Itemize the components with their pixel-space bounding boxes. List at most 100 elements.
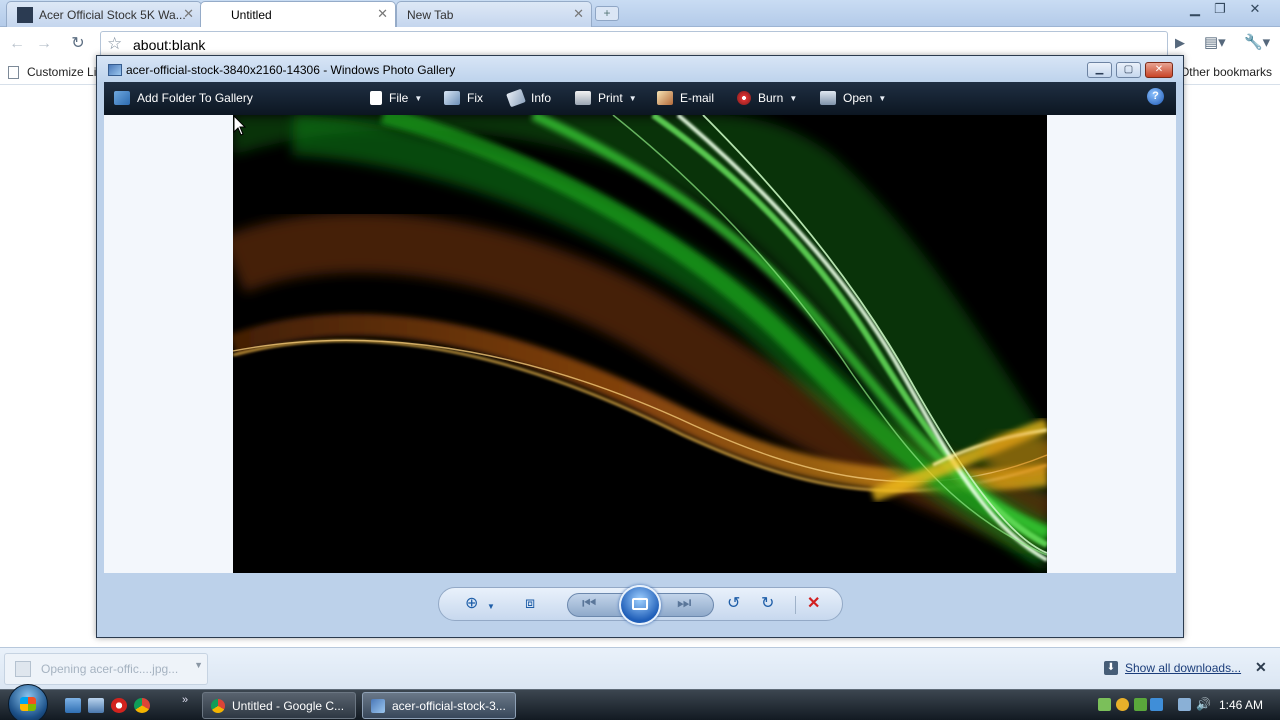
burn-label: Burn — [758, 91, 784, 105]
burn-menu[interactable]: Burn ▼ — [737, 91, 797, 105]
taskbar-button-photo-gallery[interactable]: acer-official-stock-3... — [362, 692, 516, 719]
photo-gallery-icon — [371, 698, 385, 713]
tray-app-icon[interactable] — [1150, 698, 1163, 711]
forward-icon[interactable]: → — [33, 34, 55, 54]
taskbar-button-label: acer-official-stock-3... — [392, 698, 506, 713]
chevron-down-icon[interactable]: ▼ — [194, 660, 203, 670]
minimize-button[interactable]: ▁ — [1087, 62, 1112, 78]
tab-acer-wallpaper[interactable]: Acer Official Stock 5K Wa... ✕ — [6, 1, 202, 27]
reload-icon[interactable]: ↻ — [67, 34, 89, 54]
maximize-button[interactable]: ▢ — [1116, 62, 1141, 78]
rotate-clockwise-icon[interactable]: ↻ — [761, 595, 774, 613]
chrome-icon[interactable] — [134, 698, 150, 713]
email-label: E-mail — [680, 91, 715, 105]
show-all-downloads[interactable]: ⬇ Show all downloads... — [1104, 661, 1241, 675]
new-tab-button[interactable]: + — [595, 6, 619, 21]
chevron-down-icon[interactable]: ▼ — [487, 598, 495, 616]
chevron-down-icon: ▼ — [628, 93, 637, 103]
security-shield-icon[interactable] — [1116, 698, 1129, 711]
photo-gallery-window: acer-official-stock-3840x2160-14306 - Wi… — [96, 55, 1184, 638]
file-icon — [15, 661, 31, 677]
tab-close-icon[interactable]: ✕ — [377, 7, 388, 21]
open-menu[interactable]: Open ▼ — [820, 91, 886, 105]
printer-icon — [575, 91, 591, 105]
file-label: File — [389, 91, 409, 105]
delete-icon[interactable]: ✕ — [807, 595, 820, 613]
download-item[interactable]: Opening acer-offic....jpg... ▼ — [4, 653, 208, 685]
add-folder-button[interactable]: Add Folder To Gallery — [114, 91, 253, 105]
help-icon[interactable]: ? — [1147, 88, 1164, 105]
chevron-down-icon: ▼ — [414, 93, 423, 103]
download-shelf: Opening acer-offic....jpg... ▼ ⬇ Show al… — [0, 647, 1280, 689]
next-icon[interactable]: ⏭ — [677, 595, 691, 613]
print-label: Print — [598, 91, 623, 105]
windows-logo-icon — [20, 697, 36, 711]
network-icon[interactable] — [1178, 698, 1191, 711]
email-icon — [657, 91, 673, 105]
volume-icon[interactable]: 🔊 — [1196, 698, 1211, 711]
email-button[interactable]: E-mail — [657, 91, 714, 105]
info-label: Info — [531, 91, 552, 105]
page-menu-icon[interactable]: ▤▾ — [1204, 33, 1226, 51]
tray-app-icon[interactable] — [1134, 698, 1147, 711]
actual-size-icon[interactable]: ⧈ — [525, 595, 535, 613]
opera-icon[interactable] — [111, 698, 127, 713]
open-icon — [820, 91, 836, 105]
start-button[interactable] — [8, 684, 48, 720]
tab-label: Untitled — [231, 7, 272, 22]
burn-disc-icon — [737, 91, 751, 105]
viewer-controls: ⊕ ▼ ⧈ ⏮ ⏭ ↺ ↻ ✕ — [438, 585, 843, 625]
tab-label: New Tab — [407, 7, 454, 22]
tray-app-icon[interactable] — [1098, 698, 1111, 711]
previous-icon[interactable]: ⏮ — [582, 595, 596, 613]
chrome-icon — [211, 698, 225, 713]
other-bookmarks[interactable]: Other bookmarks — [1180, 65, 1272, 79]
chevron-down-icon: ▼ — [878, 93, 887, 103]
quick-launch-more-icon[interactable]: » — [182, 694, 188, 706]
close-shelf-icon[interactable]: ✕ — [1255, 659, 1267, 676]
bookmark-star-icon[interactable]: ☆ — [107, 34, 122, 54]
taskbar-button-chrome[interactable]: Untitled - Google C... — [202, 692, 356, 719]
tab-new-tab[interactable]: New Tab ✕ — [396, 1, 592, 27]
back-icon[interactable]: ← — [6, 34, 28, 54]
tab-close-icon[interactable]: ✕ — [573, 7, 584, 21]
fix-icon — [444, 91, 460, 105]
close-button[interactable]: ✕ — [1145, 62, 1173, 78]
show-desktop-icon[interactable] — [65, 698, 81, 713]
taskbar: » Untitled - Google C... acer-official-s… — [0, 684, 1280, 720]
address-bar[interactable]: ☆ about:blank — [100, 31, 1168, 57]
photo-viewer — [104, 115, 1176, 573]
file-icon — [370, 91, 382, 105]
add-folder-icon — [114, 91, 130, 105]
bookmark-label: Customize Li — [27, 65, 97, 79]
switch-windows-icon[interactable] — [88, 698, 104, 713]
download-icon: ⬇ — [1104, 661, 1118, 675]
mouse-cursor-icon — [233, 115, 247, 136]
photo-gallery-titlebar[interactable]: acer-official-stock-3840x2160-14306 - Wi… — [97, 56, 1183, 82]
zoom-icon[interactable]: ⊕ — [465, 595, 478, 613]
add-folder-label: Add Folder To Gallery — [137, 91, 253, 105]
chevron-down-icon: ▼ — [789, 93, 798, 103]
fix-button[interactable]: Fix — [444, 91, 483, 105]
download-status: Opening acer-offic....jpg... — [41, 662, 179, 676]
browser-restore-icon[interactable]: ❐ — [1209, 2, 1231, 18]
open-label: Open — [843, 91, 873, 105]
show-all-downloads-link[interactable]: Show all downloads... — [1125, 661, 1241, 675]
clock[interactable]: 1:46 AM — [1219, 698, 1263, 712]
print-menu[interactable]: Print ▼ — [575, 91, 637, 105]
rotate-counterclockwise-icon[interactable]: ↺ — [727, 595, 740, 613]
info-tag-icon — [506, 88, 526, 108]
info-button[interactable]: Info — [506, 88, 552, 108]
tab-strip: Acer Official Stock 5K Wa... ✕ Untitled … — [0, 0, 1280, 27]
tab-close-icon[interactable]: ✕ — [183, 7, 194, 21]
slideshow-icon[interactable] — [619, 585, 661, 625]
wrench-icon[interactable]: 🔧▾ — [1244, 33, 1270, 51]
go-icon[interactable]: ▶ — [1175, 35, 1185, 51]
tab-untitled[interactable]: Untitled ✕ — [200, 1, 396, 27]
page-icon — [8, 65, 19, 79]
taskbar-button-label: Untitled - Google C... — [232, 698, 345, 713]
file-menu[interactable]: File ▼ — [370, 91, 422, 105]
bookmark-customize[interactable]: Customize Li — [8, 65, 96, 79]
browser-close-icon[interactable]: ✕ — [1244, 2, 1266, 18]
browser-minimize-icon[interactable]: ▁ — [1184, 2, 1206, 18]
